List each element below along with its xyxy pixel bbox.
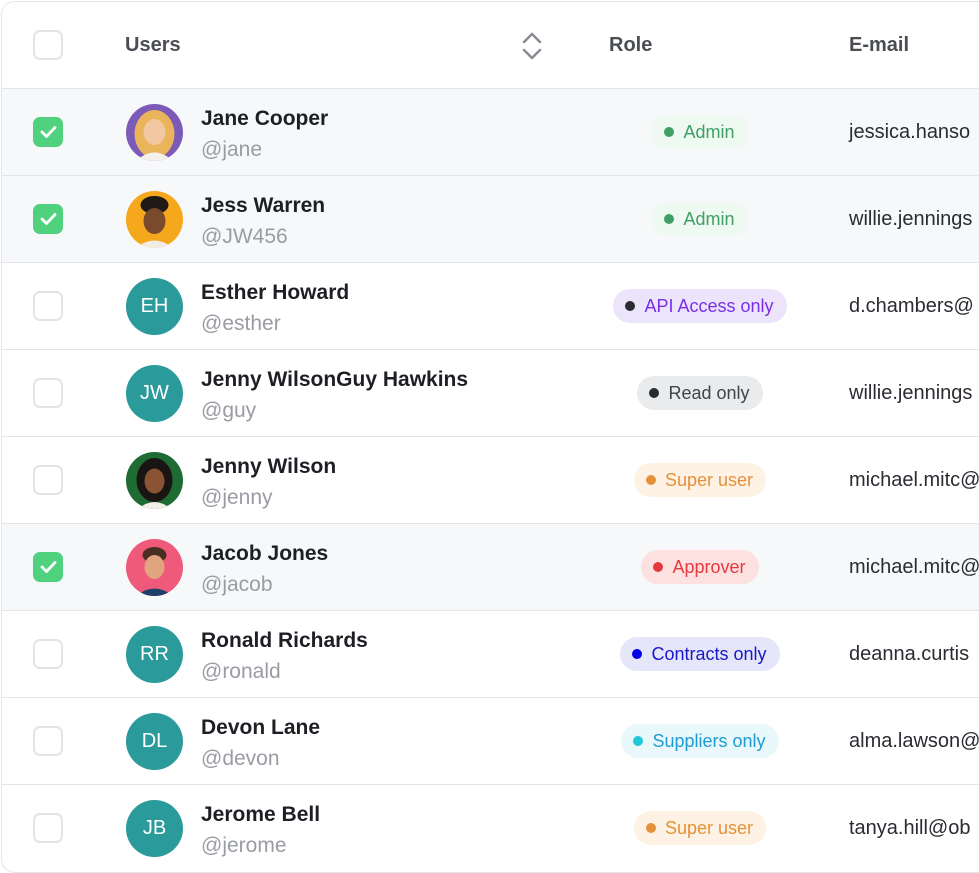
table-row[interactable]: JW Jenny WilsonGuy Hawkins @guy Read onl… [2, 350, 979, 437]
role-badge: Approver [641, 550, 759, 584]
select-all-checkbox[interactable] [33, 30, 63, 60]
role-label: Admin [683, 122, 735, 142]
user-name: Jess Warren [201, 194, 326, 217]
user-handle: @jane [201, 138, 263, 161]
user-handle: @jenny [201, 486, 273, 509]
table-row[interactable]: Jane Cooper @jane Admin jessica.hanso [2, 89, 979, 176]
table-row[interactable]: Jenny Wilson @jenny Super user michael.m… [2, 437, 979, 524]
user-email: deanna.curtis [849, 643, 970, 665]
user-email: michael.mitc@ [849, 469, 979, 491]
row-checkbox[interactable] [33, 204, 63, 234]
user-handle: @esther [201, 312, 281, 335]
role-label: Contracts only [651, 644, 767, 664]
row-checkbox[interactable] [33, 291, 63, 321]
status-dot [664, 214, 675, 224]
role-label: Admin [683, 209, 735, 229]
user-name: Jane Cooper [201, 107, 329, 130]
role-badge: Read only [637, 376, 763, 410]
user-email: willie.jennings [849, 208, 973, 230]
user-name: Jenny WilsonGuy Hawkins [201, 368, 469, 391]
user-email: willie.jennings [849, 382, 973, 404]
user-email: jessica.hanso [849, 121, 971, 143]
role-column-header: Role [609, 34, 653, 56]
user-handle: @jerome [201, 834, 287, 857]
row-checkbox[interactable] [33, 552, 63, 582]
status-dot [633, 736, 644, 746]
role-label: Approver [672, 557, 746, 577]
status-dot [645, 475, 656, 485]
table-row[interactable]: Jess Warren @JW456 Admin willie.jennings [2, 176, 979, 263]
user-handle: @jacob [201, 573, 273, 596]
user-handle: @guy [201, 399, 257, 422]
avatar: JW [126, 365, 183, 422]
avatar: EH [126, 278, 183, 335]
status-dot [664, 127, 675, 137]
table-header: Users Role E-mail [2, 2, 979, 89]
users-table: Users Role E-mail Jane Cooper @jane Admi… [1, 1, 979, 873]
role-badge: Admin [652, 115, 748, 149]
role-badge: Suppliers only [621, 724, 779, 758]
user-name: Jenny Wilson [201, 455, 337, 478]
avatar [126, 539, 183, 596]
user-email: michael.mitc@ [849, 556, 979, 578]
avatar [126, 104, 183, 161]
users-column-header: Users [125, 34, 181, 56]
table-row[interactable]: Jacob Jones @jacob Approver michael.mitc… [2, 524, 979, 611]
table-row[interactable]: EH Esther Howard @esther API Access only… [2, 263, 979, 350]
row-checkbox[interactable] [33, 726, 63, 756]
user-handle: @ronald [201, 660, 281, 683]
user-name: Jerome Bell [201, 803, 321, 826]
row-checkbox[interactable] [33, 465, 63, 495]
role-label: Super user [664, 470, 754, 490]
status-dot [649, 388, 660, 398]
status-dot [625, 301, 636, 311]
user-name: Jacob Jones [201, 542, 329, 565]
avatar [126, 191, 183, 248]
user-name: Esther Howard [201, 281, 350, 304]
user-name: Devon Lane [201, 716, 321, 739]
avatar [126, 452, 183, 509]
user-email: d.chambers@ [849, 295, 974, 317]
checkmark-icon [40, 561, 57, 573]
user-handle: @JW456 [201, 225, 288, 248]
role-badge: Admin [652, 202, 748, 236]
status-dot [645, 823, 656, 833]
user-email: tanya.hill@ob [849, 817, 971, 839]
role-label: Read only [668, 383, 750, 403]
avatar: DL [126, 713, 183, 770]
table-row[interactable]: DL Devon Lane @devon Suppliers only alma… [2, 698, 979, 785]
role-label: API Access only [644, 296, 774, 316]
avatar: RR [126, 626, 183, 683]
email-column-header: E-mail [849, 34, 910, 56]
status-dot [632, 649, 643, 659]
role-label: Suppliers only [652, 731, 766, 751]
role-label: Super user [664, 818, 754, 838]
role-badge: Contracts only [620, 637, 780, 671]
table-row[interactable]: JB Jerome Bell @jerome Super user tanya.… [2, 785, 979, 871]
role-badge: Super user [633, 811, 767, 845]
role-badge: API Access only [613, 289, 787, 323]
row-checkbox[interactable] [33, 378, 63, 408]
status-dot [653, 562, 664, 572]
chevron-up-down-icon[interactable] [521, 31, 543, 66]
row-checkbox[interactable] [33, 117, 63, 147]
user-email: alma.lawson@ [849, 730, 979, 752]
user-handle: @devon [201, 747, 280, 770]
role-badge: Super user [633, 463, 767, 497]
checkmark-icon [40, 213, 57, 225]
avatar: JB [126, 800, 183, 857]
user-name: Ronald Richards [201, 629, 368, 652]
row-checkbox[interactable] [33, 639, 63, 669]
checkmark-icon [40, 126, 57, 138]
row-checkbox[interactable] [33, 813, 63, 843]
table-row[interactable]: RR Ronald Richards @ronald Contracts onl… [2, 611, 979, 698]
